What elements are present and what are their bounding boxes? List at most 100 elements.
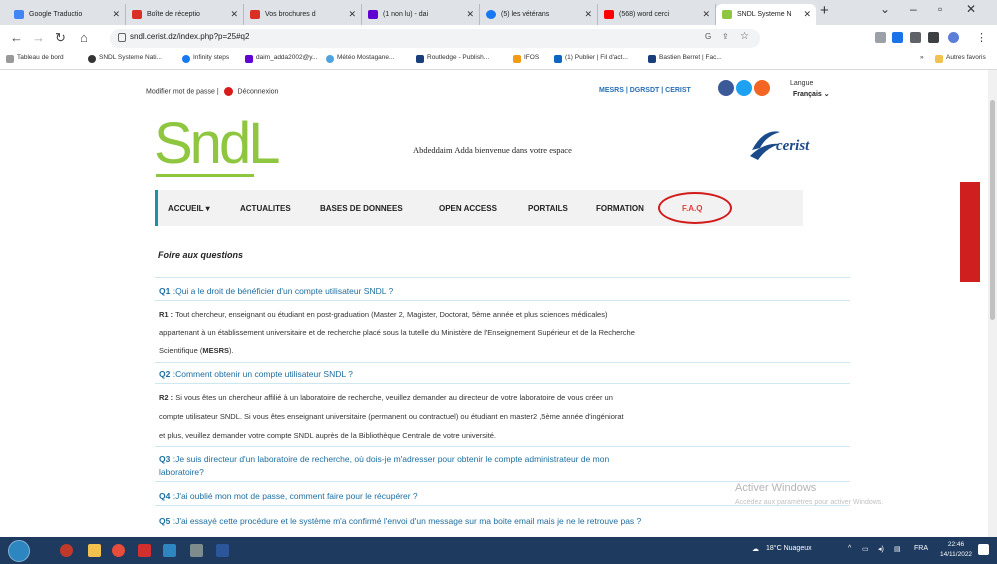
lock-icon bbox=[118, 33, 126, 42]
sidebar-icon[interactable] bbox=[928, 32, 939, 43]
tab-title: (1 non lu) - dai bbox=[383, 11, 429, 18]
clock[interactable]: 22:46 14/11/2022 bbox=[940, 540, 972, 560]
menu-actualites[interactable]: ACTUALITES bbox=[240, 204, 291, 213]
minimize-icon[interactable]: – bbox=[910, 2, 917, 16]
logout-link[interactable]: Déconnexion bbox=[238, 88, 279, 95]
bookmark[interactable]: Bastien Berret | Fac... bbox=[648, 54, 722, 63]
gmail-icon bbox=[250, 10, 260, 19]
faq-question-continued[interactable]: laboratoire? bbox=[159, 467, 204, 477]
close-tab-icon[interactable]: ✕ bbox=[466, 4, 474, 25]
tab-search-icon[interactable]: ⌄ bbox=[880, 2, 890, 16]
new-tab-button[interactable]: + bbox=[820, 2, 829, 19]
faq-question[interactable]: Q5 :J'ai essayé cette procédure et le sy… bbox=[159, 516, 641, 526]
faq-question[interactable]: Q1 :Qui a le droit de bénéficier d'un co… bbox=[159, 286, 393, 296]
menu-formation[interactable]: FORMATION bbox=[596, 204, 644, 213]
browser-tab[interactable]: (568) word cerci ✕ bbox=[598, 4, 716, 25]
weather-icon[interactable]: ☁ bbox=[752, 545, 759, 553]
menu-kebab-icon[interactable]: ⋮ bbox=[976, 31, 987, 44]
question-number: Q2 bbox=[159, 369, 171, 379]
browser-tab[interactable]: Google Traductio ✕ bbox=[8, 4, 126, 25]
bookmark[interactable]: (1) Publier | Fil d'act... bbox=[554, 54, 628, 63]
menu-bases-de-donnees[interactable]: BASES DE DONNEES bbox=[320, 204, 403, 213]
reload-icon[interactable]: ↻ bbox=[55, 30, 66, 46]
bookmark[interactable]: IFOS bbox=[513, 54, 539, 63]
translate-icon[interactable]: G bbox=[705, 32, 711, 41]
facebook-icon bbox=[648, 55, 656, 63]
browser-tab-active[interactable]: SNDL Systeme N ✕ bbox=[716, 4, 816, 25]
chrome-icon[interactable] bbox=[112, 544, 125, 557]
close-tab-icon[interactable]: ✕ bbox=[702, 4, 710, 25]
menu-portails[interactable]: PORTAILS bbox=[528, 204, 568, 213]
close-tab-icon[interactable]: ✕ bbox=[803, 4, 811, 25]
facebook-icon[interactable] bbox=[718, 80, 734, 96]
mesrs-links[interactable]: MESRS | DGRSDT | CERIST bbox=[599, 87, 691, 94]
more-bookmarks-icon[interactable]: » bbox=[920, 54, 924, 61]
bookmark[interactable]: SNDL Systeme Nati... bbox=[88, 54, 162, 63]
scrollbar-thumb[interactable] bbox=[990, 100, 995, 320]
file-explorer-icon[interactable] bbox=[88, 544, 101, 557]
close-tab-icon[interactable]: ✕ bbox=[348, 4, 356, 25]
notifications-icon[interactable] bbox=[978, 544, 989, 555]
word-icon[interactable] bbox=[216, 544, 229, 557]
question-number: Q1 bbox=[159, 286, 171, 296]
bookmark[interactable]: Météo Mostagane... bbox=[326, 54, 394, 63]
bookmark[interactable]: Tableau de bord bbox=[6, 54, 64, 63]
web-page: Modifier mot de passe | Déconnexion MESR… bbox=[0, 70, 997, 537]
answer-bold: MESRS bbox=[202, 346, 230, 355]
weather-text[interactable]: 18°C Nuageux bbox=[766, 545, 812, 552]
extension-icon[interactable] bbox=[875, 32, 886, 43]
faq-question[interactable]: Q4 :J'ai oublié mon mot de passe, commen… bbox=[159, 491, 418, 501]
network-icon[interactable]: ▭ bbox=[862, 545, 869, 553]
change-password-link[interactable]: Modifier mot de passe bbox=[146, 88, 215, 95]
bookmark[interactable]: daim_adda2002@y... bbox=[245, 54, 317, 63]
language-indicator[interactable]: FRA bbox=[914, 545, 928, 552]
volume-icon[interactable]: ◂) bbox=[878, 545, 884, 553]
faq-question[interactable]: Q3 :Je suis directeur d'un laboratoire d… bbox=[159, 454, 609, 464]
close-tab-icon[interactable]: ✕ bbox=[230, 4, 238, 25]
linkedin-icon bbox=[554, 55, 562, 63]
facebook-icon bbox=[486, 10, 496, 19]
sndl-logo[interactable]: SndL bbox=[154, 111, 280, 178]
cerist-logo-text: cerist bbox=[776, 138, 810, 154]
share-icon[interactable]: ⇪ bbox=[722, 32, 729, 41]
bookmark-star-icon[interactable]: ☆ bbox=[740, 31, 749, 42]
paint-icon[interactable] bbox=[190, 544, 203, 557]
back-arrow-icon[interactable]: ← bbox=[10, 30, 23, 45]
tray-arrow-icon[interactable]: ^ bbox=[848, 545, 851, 552]
recorder-icon[interactable] bbox=[60, 544, 73, 557]
browser-tab[interactable]: (5) les vétérans ✕ bbox=[480, 4, 598, 25]
address-bar[interactable]: sndl.cerist.dz/index.php?p=25#q2 G ⇪ ☆ bbox=[110, 29, 760, 48]
keyboard-icon[interactable]: ▤ bbox=[894, 545, 901, 553]
rss-icon[interactable] bbox=[754, 80, 770, 96]
cerist-logo[interactable]: cerist bbox=[748, 126, 843, 166]
forward-arrow-icon[interactable]: → bbox=[32, 30, 45, 45]
question-text: J'ai oublié mon mot de passe, comment fa… bbox=[175, 491, 418, 501]
browser-tab[interactable]: (1 non lu) - dai ✕ bbox=[362, 4, 480, 25]
question-text: J'ai essayé cette procédure et le systèm… bbox=[175, 516, 642, 526]
close-tab-icon[interactable]: ✕ bbox=[112, 4, 120, 25]
windows-taskbar: ☁ 18°C Nuageux ^ ▭ ◂) ▤ FRA 22:46 14/11/… bbox=[0, 537, 997, 564]
menu-accueil[interactable]: ACCUEIL ▾ bbox=[168, 204, 210, 213]
extension-icon[interactable] bbox=[892, 32, 903, 43]
browser-tab[interactable]: Vos brochures d ✕ bbox=[244, 4, 362, 25]
menu-open-access[interactable]: OPEN ACCESS bbox=[439, 204, 497, 213]
browser-tab[interactable]: Boîte de réceptio ✕ bbox=[126, 4, 244, 25]
language-select[interactable]: Français ⌄ bbox=[793, 90, 830, 98]
extensions-puzzle-icon[interactable] bbox=[910, 32, 921, 43]
photos-icon[interactable] bbox=[163, 544, 176, 557]
endnote-tab[interactable]: ENDNOTE bbox=[950, 182, 980, 282]
profile-avatar[interactable] bbox=[948, 32, 959, 43]
home-icon[interactable]: ⌂ bbox=[80, 30, 88, 45]
twitter-icon[interactable] bbox=[736, 80, 752, 96]
close-tab-icon[interactable]: ✕ bbox=[584, 4, 592, 25]
acrobat-icon[interactable] bbox=[138, 544, 151, 557]
faq-question[interactable]: Q2 :Comment obtenir un compte utilisateu… bbox=[159, 369, 353, 379]
maximize-icon[interactable]: ▫ bbox=[938, 2, 942, 16]
bookmark-folder[interactable]: Autres favoris bbox=[935, 54, 986, 63]
logout-icon[interactable] bbox=[223, 87, 233, 96]
close-window-icon[interactable]: ✕ bbox=[966, 2, 976, 16]
google-translate-icon bbox=[14, 10, 24, 19]
bookmark[interactable]: Infinity steps bbox=[182, 54, 229, 63]
start-button[interactable] bbox=[8, 540, 30, 562]
bookmark[interactable]: Routledge - Publish... bbox=[416, 54, 489, 63]
